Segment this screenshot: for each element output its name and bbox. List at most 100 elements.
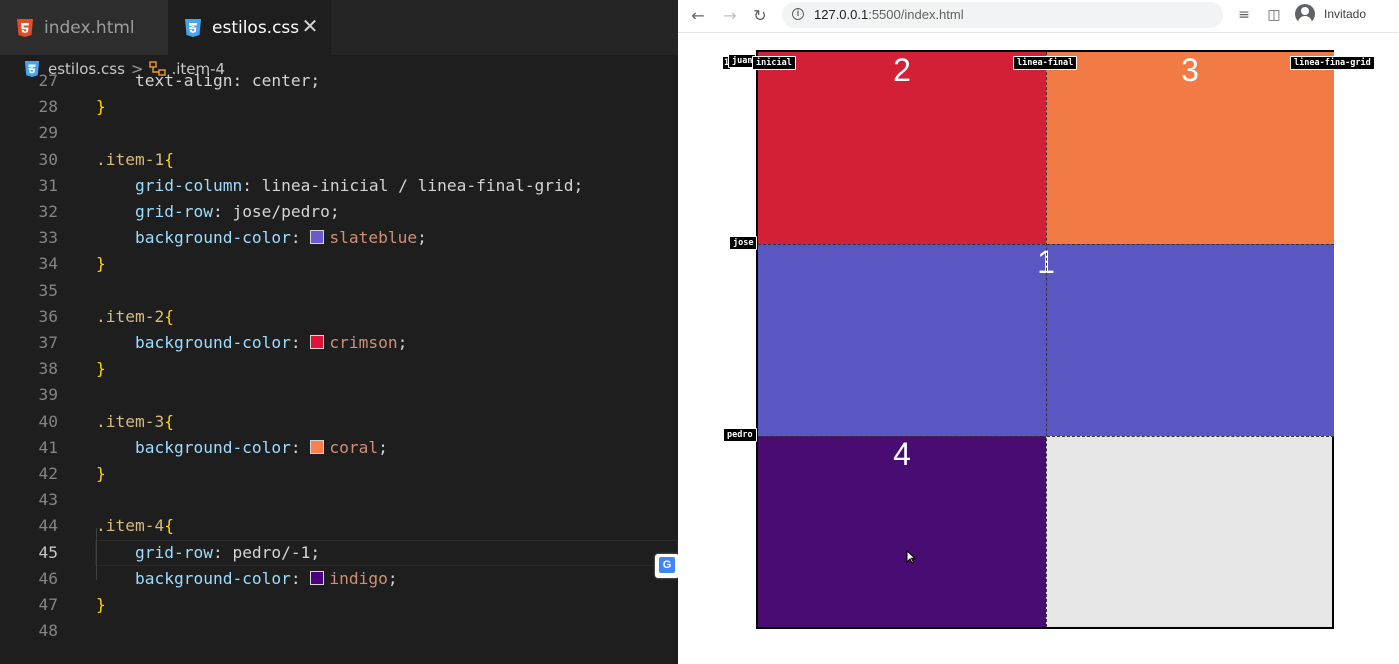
line-number: 30 xyxy=(38,149,59,169)
code-line[interactable]: 30 .item-1{ xyxy=(0,147,678,173)
indent-guide xyxy=(96,528,97,580)
code-line[interactable]: 34} xyxy=(0,251,678,277)
line-number: 38 xyxy=(38,359,59,379)
code-token: { xyxy=(164,306,174,326)
profile-button[interactable]: Invitado xyxy=(1293,3,1399,27)
line-number: 47 xyxy=(38,595,59,614)
browser-window: ← → ↻ i 127.0.0.1:5500/index.html ≡ ◫ In… xyxy=(678,0,1399,664)
reload-icon[interactable]: ↻ xyxy=(750,6,770,26)
code-text: grid-row: pedro/-1; xyxy=(96,540,320,566)
code-token: : xyxy=(290,333,311,352)
code-line[interactable]: 41 background-color: coral; xyxy=(0,435,678,461)
close-tab-icon[interactable]: ✕ xyxy=(299,15,321,37)
code-text: } xyxy=(96,356,106,382)
code-token: .item-4 xyxy=(96,516,165,536)
line-number: 34 xyxy=(38,254,59,274)
page-viewport: 2 3 1 4 1 juan inicial linea-final linea… xyxy=(678,33,1399,664)
code-line[interactable]: 33 background-color: slateblue; xyxy=(0,225,678,251)
code-line[interactable]: 37 background-color: crimson; xyxy=(0,330,678,356)
code-line[interactable]: 44 .item-4{ xyxy=(0,513,678,539)
code-token: } xyxy=(96,464,106,483)
back-arrow-icon[interactable]: ← xyxy=(688,6,708,26)
tab-label: estilos.css xyxy=(212,17,300,38)
avatar-icon xyxy=(1295,4,1315,24)
code-text: .item-4{ xyxy=(96,513,174,539)
code-line[interactable]: 28} xyxy=(0,94,678,120)
grid-line-tag-pedro: pedro xyxy=(723,428,757,442)
code-token: ; xyxy=(397,333,408,352)
editor-tab-bar: index.html estilos.css ✕ xyxy=(0,0,678,55)
grid-line-tag-jose: jose xyxy=(729,236,758,250)
grid-line-tag-linea-fina-grid: linea-fina-grid xyxy=(1290,56,1375,70)
tab-index-html[interactable]: index.html xyxy=(0,0,168,55)
code-line[interactable]: 40 .item-3{ xyxy=(0,409,678,435)
side-panel-icon[interactable]: ◫ xyxy=(1265,6,1283,24)
grid-line-row-jose xyxy=(758,244,1334,245)
address-bar[interactable]: i 127.0.0.1:5500/index.html xyxy=(782,2,1223,28)
line-number: 44 xyxy=(38,516,59,536)
code-line[interactable]: 39 xyxy=(0,382,678,408)
css3-icon xyxy=(184,18,202,38)
code-line[interactable]: 36 .item-2{ xyxy=(0,304,678,330)
code-text: } xyxy=(96,592,106,618)
code-line[interactable]: 42} xyxy=(0,461,678,487)
browser-toolbar: ← → ↻ i 127.0.0.1:5500/index.html ≡ ◫ In… xyxy=(678,0,1399,33)
line-number: 28 xyxy=(38,97,59,117)
code-token: ; xyxy=(378,437,388,457)
code-line[interactable]: 35 xyxy=(0,278,678,304)
code-text: grid-column: linea-inicial / linea-final… xyxy=(96,173,583,199)
profile-label: Invitado xyxy=(1324,7,1367,21)
code-editor: index.html estilos.css ✕ estilos.css > .… xyxy=(0,0,678,664)
code-line[interactable]: 47} xyxy=(0,592,678,618)
color-swatch[interactable] xyxy=(310,335,325,349)
line-number: 42 xyxy=(38,464,59,483)
color-swatch[interactable] xyxy=(310,570,325,585)
code-token: : linea-inicial / linea-final-grid; xyxy=(242,175,584,195)
grid-item-4: 4 xyxy=(758,436,1046,627)
code-token: background-color xyxy=(96,228,291,248)
grid-line-tag-linea-final: linea-final xyxy=(1013,56,1078,70)
media-control-icon[interactable]: ≡ xyxy=(1235,6,1253,24)
code-token: background-color xyxy=(96,333,291,352)
grid-line-tag-inicial: inicial xyxy=(752,56,796,70)
code-line[interactable]: 43 xyxy=(0,487,678,513)
item-label: 2 xyxy=(893,52,911,88)
code-text: } xyxy=(96,251,106,277)
code-line[interactable]: 46 background-color: indigo; xyxy=(0,566,678,592)
code-text: } xyxy=(96,461,106,487)
color-swatch[interactable] xyxy=(310,439,325,454)
grid-container: 2 3 1 4 xyxy=(756,50,1334,629)
code-line[interactable]: 45 grid-row: pedro/-1; xyxy=(0,539,678,566)
info-icon[interactable]: i xyxy=(792,8,804,20)
code-text: } xyxy=(96,94,106,120)
code-line[interactable]: 32 grid-row: jose/pedro; xyxy=(0,199,678,225)
forward-arrow-icon[interactable]: → xyxy=(720,6,740,26)
code-token: .item-3 xyxy=(96,411,165,431)
code-token: coral xyxy=(329,437,379,457)
line-number: 45 xyxy=(38,542,59,562)
grid-item-2: 2 xyxy=(758,52,1046,244)
code-token: { xyxy=(164,149,174,169)
line-number: 40 xyxy=(38,411,59,431)
code-token: slateblue xyxy=(329,228,418,248)
code-token: grid-column xyxy=(96,175,243,195)
code-line[interactable]: 27 text-align: center; xyxy=(0,68,678,94)
tab-estilos-css[interactable]: estilos.css ✕ xyxy=(168,0,331,55)
code-token: } xyxy=(96,359,106,379)
code-token: : xyxy=(290,228,311,248)
code-line[interactable]: 29 xyxy=(0,120,678,146)
url-text[interactable]: 127.0.0.1:5500/index.html xyxy=(814,7,964,22)
code-line[interactable]: 48 xyxy=(0,618,678,644)
line-number: 32 xyxy=(38,202,59,221)
code-text: background-color: coral; xyxy=(96,435,388,461)
code-token: background-color xyxy=(96,568,291,588)
code-line[interactable]: 38} xyxy=(0,356,678,382)
line-number: 27 xyxy=(38,71,59,90)
tab-label: index.html xyxy=(44,17,135,38)
translate-button[interactable]: G xyxy=(655,554,678,578)
code-line[interactable]: 31 grid-column: linea-inicial / linea-fi… xyxy=(0,173,678,199)
item-label: 4 xyxy=(893,436,911,472)
color-swatch[interactable] xyxy=(310,230,325,245)
line-number: 29 xyxy=(38,123,59,143)
code-token: : pedro/-1; xyxy=(212,542,321,562)
